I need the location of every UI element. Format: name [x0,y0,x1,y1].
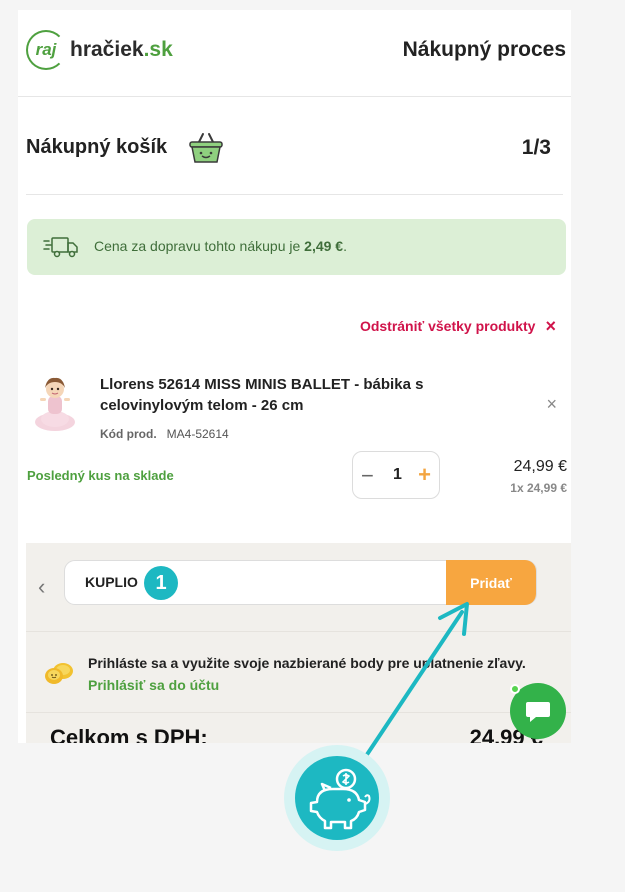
points-text: Prihláste sa a využite svoje nazbierané … [88,652,538,696]
online-indicator [510,684,520,694]
shipping-price: 2,49 € [304,238,344,254]
add-coupon-button[interactable]: Pridať [446,560,536,605]
coupon-field[interactable]: KUPLIO Pridať [64,560,537,605]
remove-item-button[interactable]: × [546,394,557,415]
page-title: Nákupný proces [402,38,566,61]
product-code: Kód prod. MA4-52614 [100,427,229,441]
remove-all-button[interactable]: Odstrániť všetky produkty × [360,317,556,335]
logo[interactable]: raj hračiek .sk [26,26,173,74]
product-name[interactable]: Llorens 52614 MISS MINIS BALLET - bábika… [100,374,480,416]
chat-icon [526,702,550,722]
loyalty-points-info: Prihláste sa a využite svoje nazbierané … [26,631,571,713]
logo-raj: raj [35,40,57,59]
login-link[interactable]: Prihlásiť sa do účtu [88,677,219,693]
product-code-label: Kód prod. [100,427,157,441]
piggy-bank-icon [309,768,371,830]
logo-ring: raj [26,30,66,70]
product-image[interactable] [32,374,78,434]
remove-all-label: Odstrániť všetky produkty [359,318,536,334]
decrease-quantity-button[interactable]: − [361,463,374,489]
close-icon: × [545,316,556,336]
piggy-bank-circle [295,756,379,840]
shipping-text-prefix: Cena za dopravu tohto nákupu je [94,238,305,254]
step-badge: 1 [144,566,178,600]
cart-heading-row: Nákupný košík 1/3 [26,96,563,195]
checkout-page: raj hračiek .sk Nákupný proces Nákupný ko… [18,10,571,743]
shipping-text-suffix: . [343,238,347,254]
stock-status: Posledný kus na sklade [27,468,174,483]
piggy-bank-badge [284,745,390,851]
chevron-left-icon[interactable]: ‹ [38,574,45,600]
checkout-step: 1/3 [521,136,551,159]
increase-quantity-button[interactable]: + [418,462,431,488]
logo-tld: .sk [143,38,173,61]
cart-title: Nákupný košík [26,136,168,158]
order-summary: ‹ KUPLIO Pridať 1 Prihláste sa a využite… [26,543,571,743]
coupon-input[interactable]: KUPLIO [85,574,138,590]
product-code-value: MA4-52614 [166,427,229,441]
points-message: Prihláste sa a využite svoje nazbierané … [88,655,526,671]
truck-icon [43,237,78,258]
coins-icon [45,663,73,684]
cart-item: Llorens 52614 MISS MINIS BALLET - bábika… [26,370,563,450]
basket-icon [189,133,223,163]
quantity-value[interactable]: 1 [393,466,402,484]
item-unit-price: 1x 24,99 € [510,481,567,495]
quantity-stepper: − 1 + [352,451,440,499]
logo-name: hračiek [70,38,144,61]
header: raj hračiek .sk Nákupný proces [18,10,571,97]
shipping-text: Cena za dopravu tohto nákupu je 2,49 €. [94,238,347,254]
total-label: Celkom s DPH: [50,725,208,743]
item-total-price: 24,99 € [513,458,567,475]
shipping-banner: Cena za dopravu tohto nákupu je 2,49 €. [27,219,566,275]
